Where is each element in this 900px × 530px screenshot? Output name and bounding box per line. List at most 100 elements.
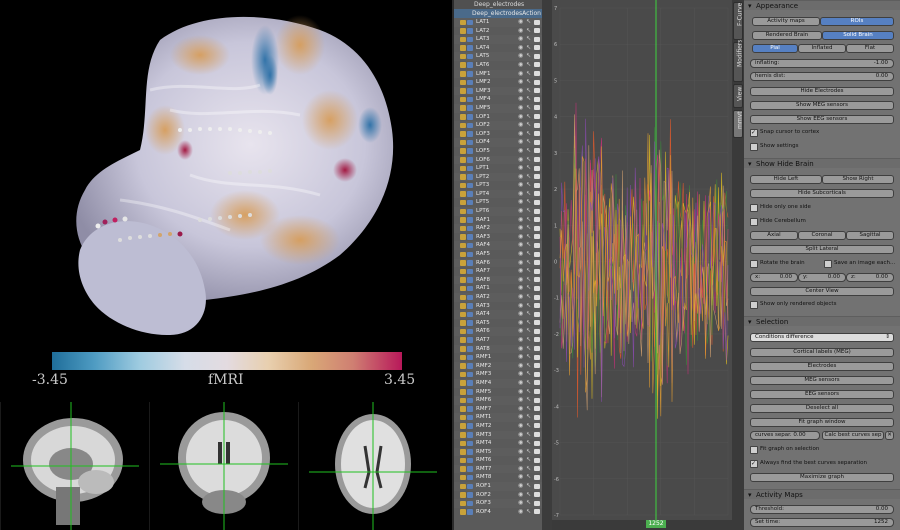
visibility-icon[interactable]: ◉ [518,474,524,480]
select-arrow-icon[interactable]: ↖ [526,336,532,343]
select-arrow-icon[interactable]: ↖ [526,328,532,334]
axial-slice[interactable] [298,402,446,530]
always-find-best-checkbox[interactable]: Always find the best curves separation [750,459,867,468]
flat-button[interactable]: Flat [846,44,894,53]
outliner-item[interactable]: ROF2 ◉ ↖ [454,491,542,500]
activity-maps-section[interactable]: Activity Maps [744,489,900,500]
render-camera-icon[interactable] [534,62,540,68]
select-arrow-icon[interactable]: ↖ [526,61,532,68]
render-camera-icon[interactable] [534,234,540,240]
tab-modifiers[interactable]: Modifiers [733,40,744,82]
render-camera-icon[interactable] [534,28,540,34]
outliner-item[interactable]: RAT2 ◉ ↖ [454,293,542,302]
select-arrow-icon[interactable]: ↖ [526,500,532,506]
visibility-icon[interactable]: ◉ [518,405,524,412]
select-arrow-icon[interactable]: ↖ [526,440,532,446]
outliner-item[interactable]: LAT4 ◉ ↖ [454,44,542,53]
visibility-icon[interactable]: ◉ [518,388,524,395]
select-arrow-icon[interactable]: ↖ [526,156,532,163]
render-camera-icon[interactable] [534,432,540,437]
outliner-item[interactable]: RAT6 ◉ ↖ [454,327,542,336]
visibility-icon[interactable]: ◉ [518,70,524,77]
tab-f-curve[interactable]: F-Curve [733,2,744,40]
visibility-icon[interactable]: ◉ [518,345,524,352]
outliner-item[interactable]: ROF1 ◉ ↖ [454,482,542,491]
outliner-item[interactable]: RMT3 ◉ ↖ [454,430,542,440]
render-camera-icon[interactable] [534,457,540,463]
outliner-item[interactable]: RMF6 ◉ ↖ [454,396,542,405]
outliner-item[interactable]: LAT3 ◉ ↖ [454,35,542,44]
visibility-icon[interactable]: ◉ [518,294,524,300]
hide-electrodes-button[interactable]: Hide Electrodes [750,87,894,96]
outliner-item[interactable]: LPT3 ◉ ↖ [454,181,542,190]
render-camera-icon[interactable] [534,260,540,266]
show-right-button[interactable]: Show Right [822,175,894,184]
outliner-item[interactable]: LMF1 ◉ ↖ [454,69,542,79]
set-time-field[interactable]: Set time: 1252 [750,518,894,527]
show-only-rendered-checkbox[interactable]: Show only rendered objects [750,300,836,309]
render-camera-icon[interactable] [534,311,540,317]
appearance-section[interactable]: Appearance [744,0,900,11]
render-camera-icon[interactable] [534,122,540,128]
render-camera-icon[interactable] [534,199,540,205]
outliner-item[interactable]: RMT7 ◉ ↖ [454,464,542,474]
hide-one-side-checkbox[interactable]: Hide only one side [750,203,811,212]
render-camera-icon[interactable] [534,389,540,395]
show-meg-button[interactable]: Show MEG sensors [750,101,894,110]
select-arrow-icon[interactable]: ↖ [526,87,532,94]
show-settings-checkbox[interactable]: Show settings [750,142,799,151]
outliner-header[interactable]: Deep_electrodes [454,0,542,9]
select-arrow-icon[interactable]: ↖ [526,302,532,309]
select-arrow-icon[interactable]: ↖ [526,311,532,317]
outliner-item[interactable]: RAF2 ◉ ↖ [454,224,542,233]
outliner-item[interactable]: RAF8 ◉ ↖ [454,275,542,285]
select-arrow-icon[interactable]: ↖ [526,397,532,403]
visibility-icon[interactable]: ◉ [518,242,524,248]
render-camera-icon[interactable] [534,208,540,214]
visibility-icon[interactable]: ◉ [518,216,524,223]
visibility-icon[interactable]: ◉ [518,156,524,163]
visibility-icon[interactable]: ◉ [518,233,524,240]
outliner-item[interactable]: LMF5 ◉ ↖ [454,103,542,113]
render-camera-icon[interactable] [534,79,540,85]
render-camera-icon[interactable] [534,36,540,42]
sagittal-slice[interactable] [0,402,148,530]
close-icon[interactable]: ✕ [885,431,894,440]
outliner-item[interactable]: LOF4 ◉ ↖ [454,138,542,147]
curves-separation-field[interactable]: curves separ. 0.00 [750,431,820,440]
render-camera-icon[interactable] [534,380,540,386]
select-arrow-icon[interactable]: ↖ [526,190,532,197]
visibility-icon[interactable]: ◉ [518,79,524,85]
meg-sensors-button[interactable]: MEG sensors [750,376,894,385]
visibility-icon[interactable]: ◉ [518,182,524,188]
visibility-icon[interactable]: ◉ [518,440,524,446]
render-camera-icon[interactable] [534,105,540,111]
render-camera-icon[interactable] [534,174,540,180]
render-camera-icon[interactable] [534,96,540,102]
electrodes-button[interactable]: Electrodes [750,362,894,371]
visibility-icon[interactable]: ◉ [518,508,524,515]
outliner-item[interactable]: LOF1 ◉ ↖ [454,113,542,122]
render-camera-icon[interactable] [534,474,540,480]
current-frame-badge[interactable]: 1252 [646,520,666,528]
render-camera-icon[interactable] [534,371,540,377]
render-camera-icon[interactable] [534,397,540,403]
visibility-icon[interactable]: ◉ [518,465,524,472]
outliner-item[interactable]: RMT6 ◉ ↖ [454,456,542,465]
outliner-item[interactable]: RMT5 ◉ ↖ [454,447,542,457]
outliner-item[interactable]: RMT1 ◉ ↖ [454,413,542,422]
outliner-item[interactable]: LMF4 ◉ ↖ [454,95,542,104]
outliner-item[interactable]: LAT6 ◉ ↖ [454,61,542,70]
select-arrow-icon[interactable]: ↖ [526,448,532,455]
render-camera-icon[interactable] [534,328,540,334]
visibility-icon[interactable]: ◉ [518,491,524,498]
select-arrow-icon[interactable]: ↖ [526,216,532,223]
select-arrow-icon[interactable]: ↖ [526,285,532,291]
render-camera-icon[interactable] [534,217,540,223]
graph-timeline[interactable] [552,520,732,530]
hemis-dist-field[interactable]: hemis dist: 0.00 [750,72,894,81]
select-arrow-icon[interactable]: ↖ [526,44,532,51]
render-camera-icon[interactable] [534,440,540,446]
render-camera-icon[interactable] [534,88,540,94]
save-image-checkbox[interactable]: Save an image each... [824,259,895,268]
